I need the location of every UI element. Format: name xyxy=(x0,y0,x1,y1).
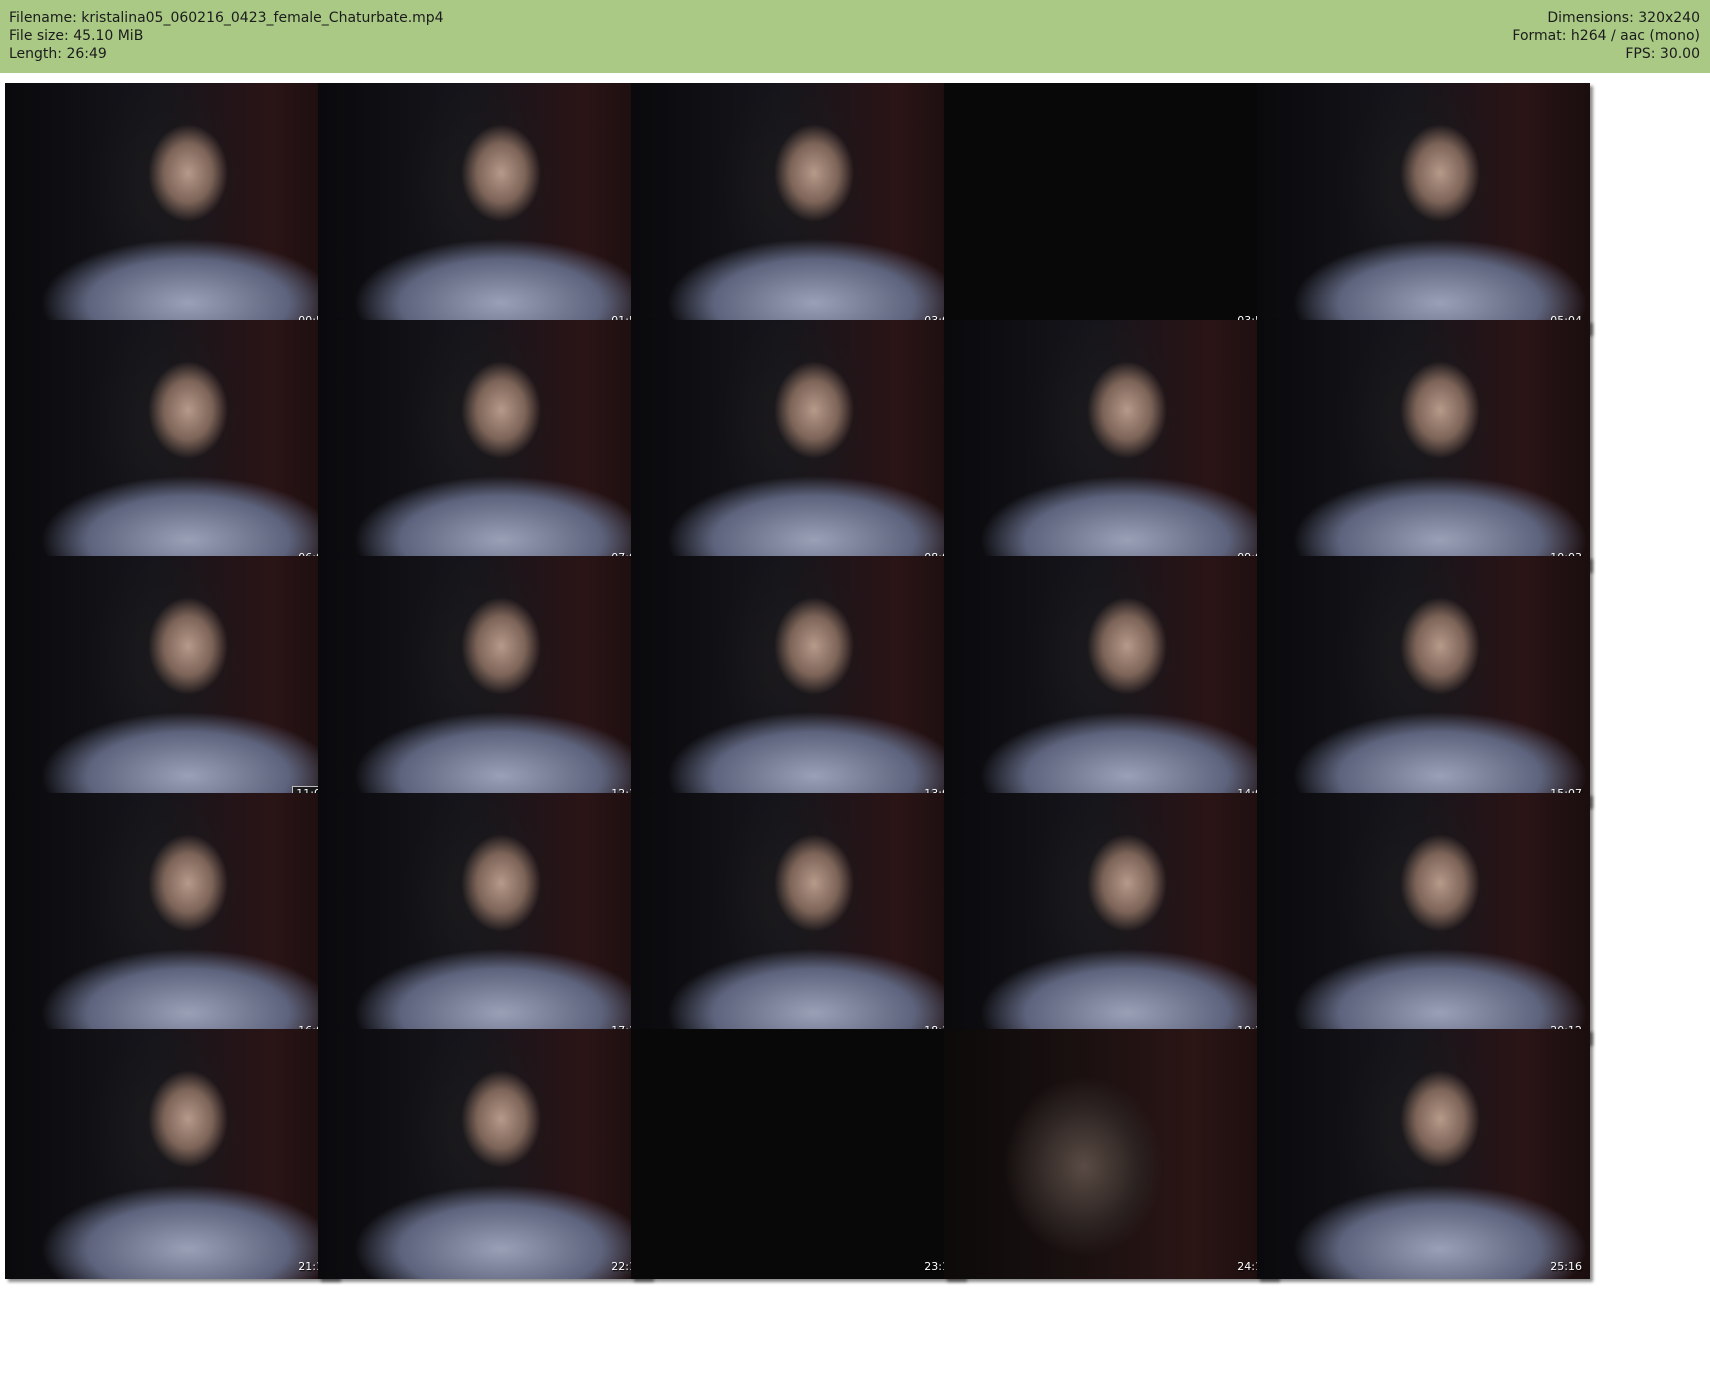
frame-image xyxy=(318,793,651,1043)
video-thumbnail: 16:08 xyxy=(5,793,338,1043)
video-thumbnail: 01:56 xyxy=(318,83,651,333)
frame-image xyxy=(1257,556,1590,806)
video-thumbnail: 12:10 xyxy=(318,556,651,806)
video-thumbnail: 11:09 xyxy=(5,556,338,806)
video-thumbnail: 13:06 xyxy=(631,556,964,806)
frame-image xyxy=(944,556,1277,806)
frame-image xyxy=(1257,83,1590,333)
video-thumbnail: 03:02 xyxy=(631,83,964,333)
video-thumbnail: 18:15 xyxy=(631,793,964,1043)
frame-image xyxy=(944,83,1277,333)
frame-image xyxy=(5,793,338,1043)
format-text: Format: h264 / aac (mono) xyxy=(1512,28,1700,44)
frame-image xyxy=(5,320,338,570)
video-thumbnail: 21:17 xyxy=(5,1029,338,1279)
frame-image xyxy=(944,320,1277,570)
frame-image xyxy=(318,1029,651,1279)
video-thumbnail: 24:15 xyxy=(944,1029,1277,1279)
video-thumbnail: 20:12 xyxy=(1257,793,1590,1043)
frame-image xyxy=(631,556,964,806)
frame-image xyxy=(631,1029,964,1279)
video-thumbnail: 23:14 xyxy=(631,1029,964,1279)
video-thumbnail: 15:07 xyxy=(1257,556,1590,806)
video-thumbnail: 14:06 xyxy=(944,556,1277,806)
frame-image xyxy=(318,83,651,333)
frame-image xyxy=(944,793,1277,1043)
file-info-right: Dimensions: 320x240 Format: h264 / aac (… xyxy=(1512,9,1700,63)
video-thumbnail: 05:04 xyxy=(1257,83,1590,333)
frame-image xyxy=(631,83,964,333)
timestamp-label: 25:16 xyxy=(1550,1260,1582,1273)
fps-text: FPS: 30.00 xyxy=(1625,46,1700,62)
dimensions-text: Dimensions: 320x240 xyxy=(1547,10,1700,26)
thumbnail-grid: 00:5501:5603:0203:5805:04 06:0007:0008:06… xyxy=(5,83,1705,1367)
video-thumbnail: 07:00 xyxy=(318,320,651,570)
video-thumbnail: 09:07 xyxy=(944,320,1277,570)
frame-image xyxy=(1257,793,1590,1043)
frame-image xyxy=(5,1029,338,1279)
info-header: Filename: kristalina05_060216_0423_femal… xyxy=(0,0,1710,73)
frame-image xyxy=(631,320,964,570)
video-thumbnail: 25:16 xyxy=(1257,1029,1590,1279)
video-thumbnail: 03:58 xyxy=(944,83,1277,333)
video-thumbnail: 17:14 xyxy=(318,793,651,1043)
video-thumbnail: 22:18 xyxy=(318,1029,651,1279)
video-thumbnail: 10:03 xyxy=(1257,320,1590,570)
length-text: Length: 26:49 xyxy=(9,46,107,62)
file-info-left: Filename: kristalina05_060216_0423_femal… xyxy=(9,9,444,63)
frame-image xyxy=(318,320,651,570)
frame-image xyxy=(5,556,338,806)
frame-image xyxy=(1257,1029,1590,1279)
frame-image xyxy=(318,556,651,806)
video-thumbnail: 06:00 xyxy=(5,320,338,570)
filename-text: Filename: kristalina05_060216_0423_femal… xyxy=(9,10,444,26)
video-thumbnail: 00:55 xyxy=(5,83,338,333)
video-thumbnail: 08:06 xyxy=(631,320,964,570)
frame-image xyxy=(944,1029,1277,1279)
frame-image xyxy=(1257,320,1590,570)
file-size-text: File size: 45.10 MiB xyxy=(9,28,144,44)
video-thumbnail: 19:11 xyxy=(944,793,1277,1043)
frame-image xyxy=(5,83,338,333)
frame-image xyxy=(631,793,964,1043)
